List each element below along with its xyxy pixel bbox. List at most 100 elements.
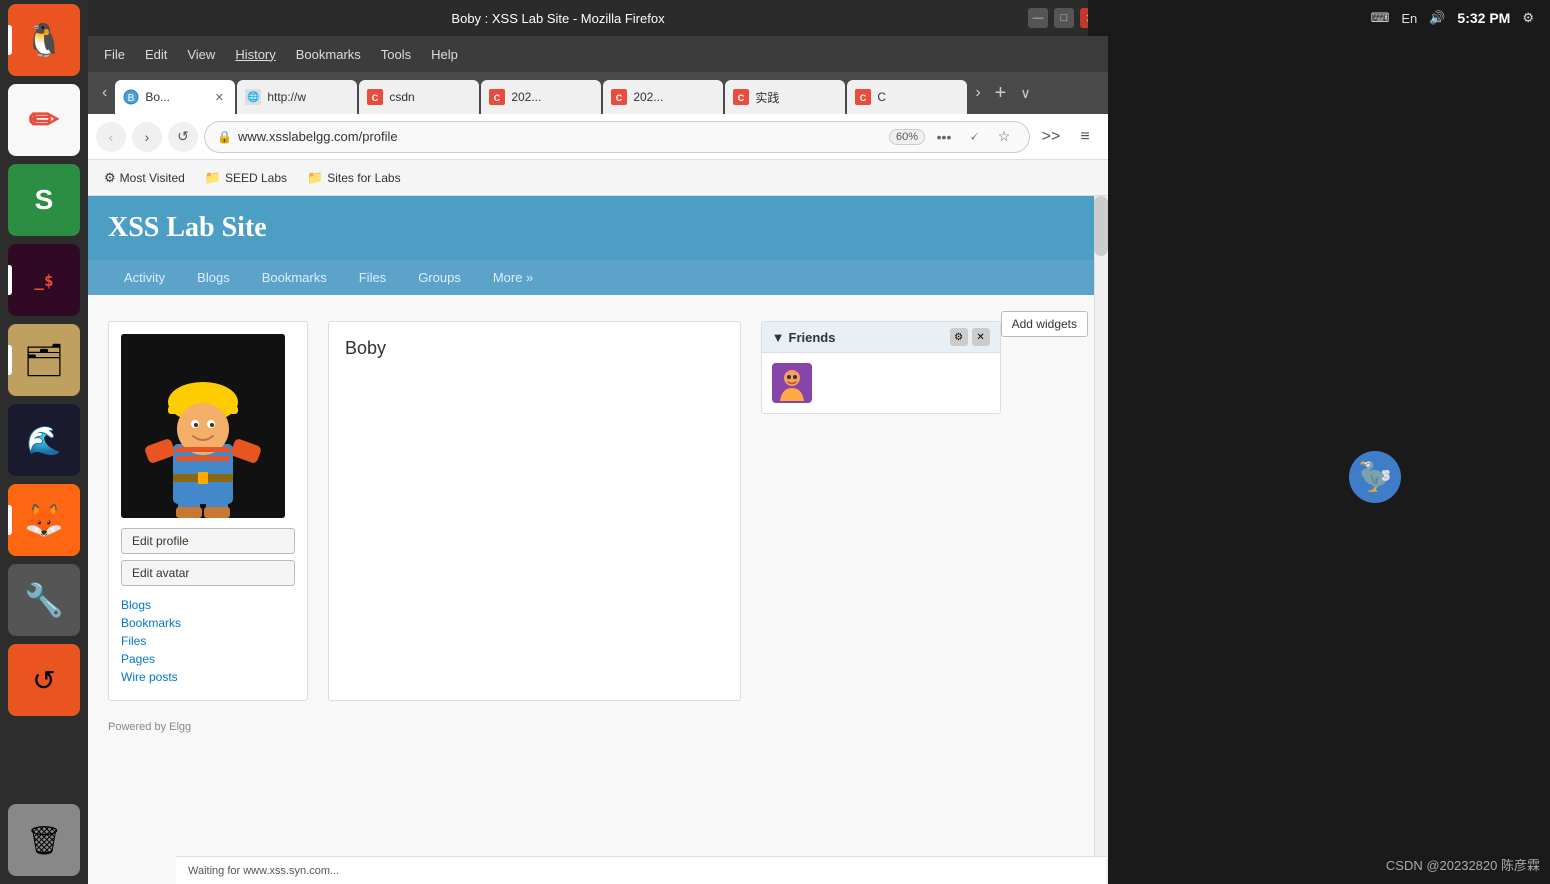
profile-link-blogs[interactable]: Blogs xyxy=(121,598,295,612)
zoom-level[interactable]: 60% xyxy=(889,129,925,145)
menu-edit[interactable]: Edit xyxy=(137,43,175,66)
taskbar-icon-updates[interactable]: ↺ xyxy=(8,644,80,716)
taskbar-icon-ubuntu[interactable]: 🐧 xyxy=(8,4,80,76)
active-indicator xyxy=(8,345,12,375)
window-title: Boby : XSS Lab Site - Mozilla Firefox xyxy=(96,11,1020,26)
language-badge: En xyxy=(1401,11,1417,26)
menu-view[interactable]: View xyxy=(179,43,223,66)
taskbar-icon-firefox[interactable]: 🦊 xyxy=(8,484,80,556)
widget-actions: ⚙ ✕ xyxy=(950,328,990,346)
profile-box: Edit profile Edit avatar Blogs Bookmarks… xyxy=(108,321,308,701)
tab-overflow-button[interactable]: › xyxy=(969,80,986,106)
taskbar-icon-settings[interactable]: 🔧 xyxy=(8,564,80,636)
active-indicator xyxy=(8,505,12,535)
edit-profile-button[interactable]: Edit profile xyxy=(121,528,295,554)
site-header: XSS Lab Site xyxy=(88,196,1108,260)
pocket-button[interactable]: 🗸 xyxy=(961,124,987,150)
volume-indicator[interactable]: 🔊 xyxy=(1429,10,1445,26)
widget-close-button[interactable]: ✕ xyxy=(972,328,990,346)
taskbar-icon-terminal[interactable]: _$ xyxy=(8,244,80,316)
svg-text:🦤: 🦤 xyxy=(1358,459,1393,493)
tab-label-1: http://w xyxy=(267,90,349,104)
widget-body xyxy=(762,353,1000,413)
tab-2[interactable]: C csdn xyxy=(359,80,479,114)
profile-link-files[interactable]: Files xyxy=(121,634,295,648)
tab-active[interactable]: B Bo... ✕ xyxy=(115,80,235,114)
tab-label-3: 202... xyxy=(511,90,593,104)
nav-bookmarks[interactable]: Bookmarks xyxy=(246,260,343,295)
menu-button[interactable]: ≡ xyxy=(1070,122,1100,152)
menu-help[interactable]: Help xyxy=(423,43,466,66)
tab-4[interactable]: C 202... xyxy=(603,80,723,114)
status-bar: Waiting for www.xss.syn.com... xyxy=(176,856,1106,884)
files-icon: 🗂 xyxy=(24,341,65,379)
tab-favicon-5: C xyxy=(733,89,749,105)
language-indicator[interactable]: En xyxy=(1401,11,1417,26)
taskbar-icon-trash[interactable]: 🗑 xyxy=(8,804,80,876)
back-button[interactable]: ‹ xyxy=(96,122,126,152)
folder-bookmark-icon-1: 📁 xyxy=(205,170,221,186)
notification-widget[interactable]: 🦤 xyxy=(1348,450,1402,509)
url-more-button[interactable]: ••• xyxy=(931,124,957,150)
menu-bookmarks[interactable]: Bookmarks xyxy=(288,43,369,66)
taskbar-icon-files[interactable]: 🗂 xyxy=(8,324,80,396)
tab-1[interactable]: 🌐 http://w xyxy=(237,80,357,114)
tab-back-button[interactable]: ‹ xyxy=(96,80,113,106)
url-text: www.xsslabelgg.com/profile xyxy=(238,129,883,144)
profile-sidebar: Edit profile Edit avatar Blogs Bookmarks… xyxy=(108,321,308,701)
tab-close-active[interactable]: ✕ xyxy=(211,89,227,105)
folder-bookmark-icon-2: 📁 xyxy=(307,170,323,186)
bookmarks-bar: ⚙ Most Visited 📁 SEED Labs 📁 Sites for L… xyxy=(88,160,1108,196)
profile-link-wire-posts[interactable]: Wire posts xyxy=(121,670,295,684)
tab-6[interactable]: C C xyxy=(847,80,967,114)
widget-settings-button[interactable]: ⚙ xyxy=(950,328,968,346)
tab-5[interactable]: C 实践 xyxy=(725,80,845,114)
tab-3[interactable]: C 202... xyxy=(481,80,601,114)
bookmark-star-button[interactable]: ☆ xyxy=(991,124,1017,150)
bookmark-most-visited-label: Most Visited xyxy=(120,171,185,185)
taskbar-icon-gedit[interactable]: ✏ xyxy=(8,84,80,156)
settings-indicator[interactable]: ⚙ xyxy=(1522,10,1534,26)
url-bar[interactable]: 🔒 www.xsslabelgg.com/profile 60% ••• 🗸 ☆ xyxy=(204,121,1030,153)
taskbar: 🐧 ✏ S _$ 🗂 🌊 🦊 🔧 ↺ 🗑 xyxy=(0,0,88,884)
csdn-badge: CSDN @20232820 陈彦霖 xyxy=(1386,855,1540,874)
extensions-button[interactable]: >> xyxy=(1036,122,1066,152)
svg-text:C: C xyxy=(616,93,623,103)
edit-avatar-button[interactable]: Edit avatar xyxy=(121,560,295,586)
maximize-button[interactable]: □ xyxy=(1054,8,1074,28)
bookmark-most-visited[interactable]: ⚙ Most Visited xyxy=(96,167,193,189)
new-tab-button[interactable]: + xyxy=(989,82,1013,105)
nav-more[interactable]: More » xyxy=(477,260,549,295)
profile-link-pages[interactable]: Pages xyxy=(121,652,295,666)
nav-files[interactable]: Files xyxy=(343,260,402,295)
nav-groups[interactable]: Groups xyxy=(402,260,477,295)
menu-tools[interactable]: Tools xyxy=(373,43,419,66)
bookmark-seed-labs[interactable]: 📁 SEED Labs xyxy=(197,167,295,189)
tab-favicon-3: C xyxy=(489,89,505,105)
scroll-thumb[interactable] xyxy=(1094,196,1108,256)
friend-avatar-1[interactable] xyxy=(772,363,812,403)
add-widgets-button[interactable]: Add widgets xyxy=(1001,311,1088,337)
tab-favicon-6: C xyxy=(855,89,871,105)
taskbar-icon-wireshark[interactable]: 🌊 xyxy=(8,404,80,476)
address-bar: ‹ › ↺ 🔒 www.xsslabelgg.com/profile 60% •… xyxy=(88,114,1108,160)
site-title: XSS Lab Site xyxy=(108,212,1088,244)
bookmark-sites-for-labs[interactable]: 📁 Sites for Labs xyxy=(299,167,409,189)
scrollbar[interactable] xyxy=(1094,196,1108,884)
reload-button[interactable]: ↺ xyxy=(168,122,198,152)
nav-activity[interactable]: Activity xyxy=(108,260,181,295)
right-panel xyxy=(1108,0,1550,884)
forward-button[interactable]: › xyxy=(132,122,162,152)
menu-history[interactable]: History xyxy=(227,43,283,66)
taskbar-icon-libreoffice[interactable]: S xyxy=(8,164,80,236)
security-lock-icon: 🔒 xyxy=(217,130,232,144)
minimize-button[interactable]: — xyxy=(1028,8,1048,28)
gear-bookmark-icon: ⚙ xyxy=(104,170,116,186)
terminal-icon: _$ xyxy=(34,271,53,290)
profile-layout: Edit profile Edit avatar Blogs Bookmarks… xyxy=(108,321,1001,701)
tab-menu-button[interactable]: ∨ xyxy=(1014,81,1036,106)
profile-link-bookmarks[interactable]: Bookmarks xyxy=(121,616,295,630)
friends-widget: ▼ Friends ⚙ ✕ xyxy=(761,321,1001,414)
menu-file[interactable]: File xyxy=(96,43,133,66)
nav-blogs[interactable]: Blogs xyxy=(181,260,246,295)
